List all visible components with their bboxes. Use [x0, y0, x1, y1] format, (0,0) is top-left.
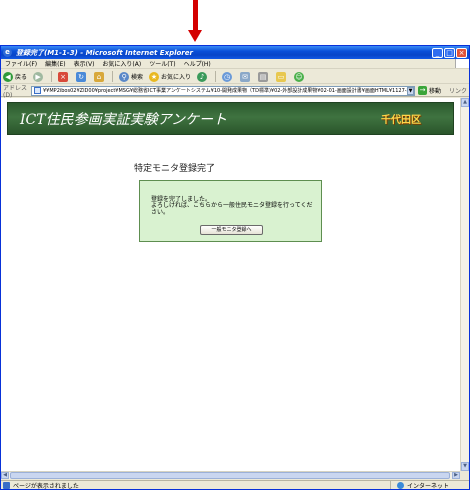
general-monitor-register-button[interactable]: 一般モニタ登録へ: [200, 225, 263, 235]
stop-icon: ×: [58, 71, 69, 82]
close-button[interactable]: ×: [456, 47, 467, 58]
favorites-button[interactable]: ★ お気に入り: [149, 71, 192, 82]
edit-button[interactable]: ▭: [276, 71, 288, 82]
print-icon: ▤: [258, 71, 269, 82]
page-title: 特定モニタ登録完了: [134, 164, 216, 174]
menu-bar: ファイル(F) 編集(E) 表示(V) お気に入り(A) ツール(T) ヘルプ(…: [1, 59, 469, 69]
menu-tools[interactable]: ツール(T): [145, 59, 179, 68]
go-button[interactable]: → 移動: [418, 86, 441, 95]
history-icon: ◷: [222, 71, 233, 82]
address-input[interactable]: ¥¥MP2ibos02¥ZID00¥project¥MSG¥総務省ICT事業アン…: [31, 85, 415, 96]
ie-icon: e: [3, 48, 12, 57]
mail-button[interactable]: ✉: [240, 71, 252, 82]
toolbar-separator: [215, 71, 217, 82]
scroll-down-icon[interactable]: ▼: [461, 462, 469, 471]
pointer-arrow-head: [188, 30, 202, 42]
forward-button[interactable]: ▶: [33, 71, 45, 82]
home-button[interactable]: ⌂: [94, 71, 106, 82]
horizontal-scrollbar[interactable]: ◀ ▶: [1, 471, 460, 479]
address-bar: アドレス(D) ¥¥MP2ibos02¥ZID00¥project¥MSG¥総務…: [1, 84, 469, 99]
toolbar-separator: [51, 71, 53, 82]
address-dropdown-icon[interactable]: ▼: [407, 86, 414, 95]
scroll-up-icon[interactable]: ▲: [461, 98, 469, 107]
search-button[interactable]: ⚲ 検索: [119, 71, 144, 82]
favorites-label: お気に入り: [161, 74, 192, 81]
browser-window: e 登録完了(M1-1-3) - Microsoft Internet Expl…: [0, 45, 470, 490]
status-bar: ページが表示されました インターネット: [1, 480, 469, 490]
page-viewport: ICT住民参画実証実験アンケート 千代田区 特定モニタ登録完了 登録を完了しまし…: [1, 98, 460, 471]
menu-edit[interactable]: 編集(E): [41, 59, 69, 68]
refresh-icon: ↻: [76, 71, 87, 82]
screenshot-stage: e 登録完了(M1-1-3) - Microsoft Internet Expl…: [0, 0, 470, 495]
menu-help[interactable]: ヘルプ(H): [180, 59, 215, 68]
page-done-icon: [3, 482, 10, 489]
vertical-scrollbar[interactable]: ▲ ▼: [460, 98, 469, 471]
go-label: 移動: [429, 88, 442, 95]
messenger-button[interactable]: ☺: [294, 71, 306, 82]
star-icon: ★: [149, 71, 160, 82]
go-arrow-icon: →: [418, 86, 427, 95]
site-banner: ICT住民参画実証実験アンケート 千代田区: [7, 102, 454, 135]
back-label: 戻る: [15, 74, 28, 81]
organization-logo: 千代田区: [381, 115, 421, 126]
mail-icon: ✉: [240, 71, 251, 82]
security-zone: インターネット: [389, 480, 469, 490]
scroll-left-icon[interactable]: ◀: [1, 472, 9, 479]
message-line-2: よろしければ、こちらから一般住民モニタ登録を行ってください。: [151, 202, 313, 216]
completion-message-box: 登録を完了しました。 よろしければ、こちらから一般住民モニタ登録を行ってください…: [139, 180, 322, 242]
history-button[interactable]: ◷: [222, 71, 234, 82]
search-icon: ⚲: [119, 71, 130, 82]
toolbar-separator: [112, 71, 114, 82]
forward-arrow-icon: ▶: [33, 71, 44, 82]
folder-icon: ▭: [276, 71, 287, 82]
address-url: ¥¥MP2ibos02¥ZID00¥project¥MSG¥総務省ICT事業アン…: [43, 88, 414, 94]
horizontal-scroll-thumb[interactable]: [10, 472, 450, 479]
links-button[interactable]: リンク: [449, 86, 467, 95]
maximize-button[interactable]: □: [444, 47, 455, 58]
media-button[interactable]: ♪: [197, 71, 209, 82]
back-button[interactable]: ◀ 戻る: [3, 71, 28, 82]
scroll-right-icon[interactable]: ▶: [452, 472, 460, 479]
back-arrow-icon: ◀: [3, 71, 13, 82]
toolbar: ◀ 戻る ▶ × ↻ ⌂ ⚲ 検索 ★ お気に入り ♪ ◷ ✉ ▤ ▭ ☺: [1, 70, 469, 84]
stop-button[interactable]: ×: [58, 71, 70, 82]
messenger-icon: ☺: [294, 71, 305, 82]
menu-view[interactable]: 表示(V): [70, 59, 99, 68]
banner-title: ICT住民参画実証実験アンケート: [20, 111, 228, 128]
search-label: 検索: [131, 74, 144, 81]
window-title: 登録完了(M1-1-3) - Microsoft Internet Explor…: [16, 48, 193, 57]
window-controls: _ □ ×: [432, 47, 467, 58]
menu-file[interactable]: ファイル(F): [1, 59, 41, 68]
print-button[interactable]: ▤: [258, 71, 270, 82]
pointer-arrow: [193, 0, 198, 32]
page-icon: [34, 87, 41, 94]
globe-icon: [396, 482, 404, 489]
address-label: アドレス(D): [3, 84, 28, 99]
title-bar[interactable]: e 登録完了(M1-1-3) - Microsoft Internet Expl…: [1, 46, 469, 59]
home-icon: ⌂: [94, 71, 105, 82]
status-text: ページが表示されました: [13, 483, 79, 490]
windows-logo-icon: [455, 59, 469, 68]
minimize-button[interactable]: _: [432, 47, 443, 58]
media-icon: ♪: [197, 71, 208, 82]
zone-label: インターネット: [406, 483, 449, 490]
menu-favorites[interactable]: お気に入り(A): [98, 59, 145, 68]
refresh-button[interactable]: ↻: [76, 71, 88, 82]
